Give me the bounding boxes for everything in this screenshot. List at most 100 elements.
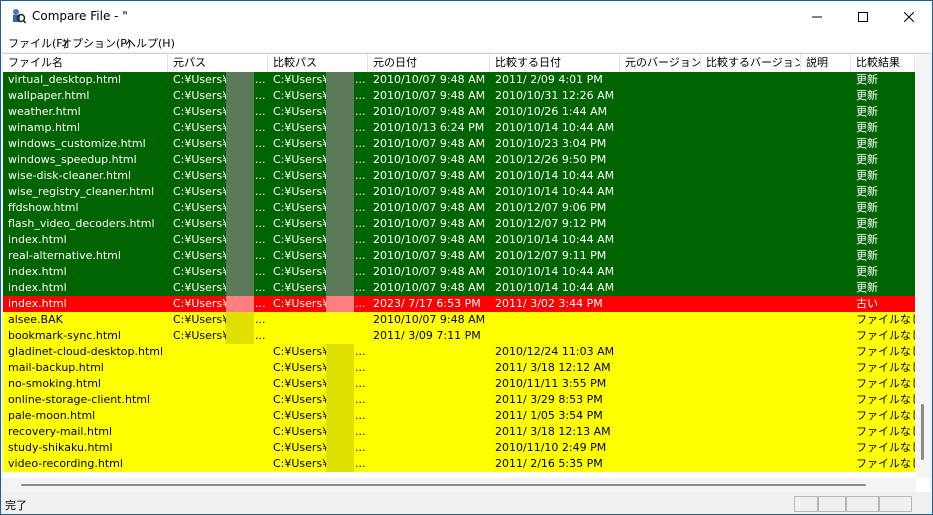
cell-description — [801, 264, 851, 280]
cell-compare-path: C:¥Users¥... — [273, 72, 366, 88]
menu-file[interactable]: ファイル(F) — [8, 35, 67, 51]
redacted-path-mask — [326, 344, 354, 360]
redacted-path-mask — [326, 360, 354, 376]
cell-source-date: 2011/ 3/09 7:11 PM — [373, 329, 481, 342]
column-header-compare-path[interactable]: 比較パス — [268, 54, 368, 72]
title-bar[interactable]: Compare File - " — [1, 1, 932, 32]
table-row[interactable]: weather.html C:¥Users¥... C:¥Users¥... 2010… — [3, 104, 915, 120]
cell-filename: no-smoking.html — [8, 377, 101, 390]
list-header: ファイル名 元パス 比較パス 元の日付 比較する日付 元のバージョン 比較するバ… — [3, 54, 915, 73]
table-row[interactable]: pale-moon.html C:¥Users¥... 2011/ 1/05 3:5… — [3, 408, 915, 424]
table-row[interactable]: gladinet-cloud-desktop.html C:¥Users¥... 2… — [3, 344, 915, 360]
cell-compare-path: C:¥Users¥... — [273, 424, 366, 440]
table-row[interactable]: virtual_desktop.html C:¥Users¥... C:¥Users… — [3, 72, 915, 88]
cell-description — [801, 184, 851, 200]
cell-filename: windows_speedup.html — [8, 153, 137, 166]
path-truncation: ... — [255, 185, 266, 198]
table-row[interactable]: study-shikaku.html C:¥Users¥... 2010/11/10… — [3, 440, 915, 456]
horizontal-scroll-thumb[interactable] — [21, 484, 866, 486]
column-header-compare-version[interactable]: 比較するバージョン — [701, 54, 801, 72]
table-row[interactable]: real-alternative.html C:¥Users¥... C:¥User… — [3, 248, 915, 264]
cell-compare-version — [701, 248, 801, 264]
cell-filename: alsee.BAK — [8, 313, 63, 326]
cell-source-date: 2010/10/07 9:48 AM — [373, 313, 486, 326]
cell-source-version — [620, 264, 701, 280]
table-row[interactable]: online-storage-client.html C:¥Users¥... 20… — [3, 392, 915, 408]
redacted-path-mask — [226, 120, 254, 136]
redacted-path-mask — [326, 392, 354, 408]
table-row[interactable]: mail-backup.html C:¥Users¥... 2011/ 3/18 1… — [3, 360, 915, 376]
file-compare-list[interactable]: ファイル名 元パス 比較パス 元の日付 比較する日付 元のバージョン 比較するバ… — [3, 53, 930, 492]
column-header-result[interactable]: 比較結果 — [851, 54, 915, 72]
cell-source-version — [620, 136, 701, 152]
table-row[interactable]: recovery-mail.html C:¥Users¥... 2011/ 3/18… — [3, 424, 915, 440]
cell-filename: study-shikaku.html — [8, 441, 113, 454]
cell-source-path: C:¥Users¥... — [173, 72, 266, 88]
cell-filename: index.html — [8, 233, 67, 246]
vertical-scrollbar[interactable] — [916, 54, 930, 478]
column-header-filename[interactable]: ファイル名 — [3, 54, 168, 72]
cell-compare-date: 2010/10/31 12:26 AM — [495, 89, 615, 102]
redacted-path-mask — [326, 120, 354, 136]
status-bar: 完了 — [1, 493, 932, 514]
minimize-button[interactable] — [794, 1, 840, 32]
cell-source-date: 2010/10/07 9:48 AM — [373, 169, 486, 182]
cell-source-version — [620, 344, 701, 360]
column-header-source-date[interactable]: 元の日付 — [368, 54, 490, 72]
cell-description — [801, 120, 851, 136]
column-header-source-version[interactable]: 元のバージョン — [620, 54, 701, 72]
table-row[interactable]: ffdshow.html C:¥Users¥... C:¥Users¥... 2010… — [3, 200, 915, 216]
redacted-path-mask — [226, 104, 254, 120]
cell-source-path: C:¥Users¥... — [173, 280, 266, 296]
cell-result: 更新 — [856, 105, 878, 118]
cell-source-version — [620, 456, 701, 472]
table-row[interactable]: windows_speedup.html C:¥Users¥... C:¥Users… — [3, 152, 915, 168]
minimize-icon — [812, 16, 822, 17]
path-truncation: ... — [355, 105, 366, 118]
table-row[interactable]: wise-disk-cleaner.html C:¥Users¥... C:¥Use… — [3, 168, 915, 184]
vertical-scroll-thumb[interactable] — [921, 404, 924, 460]
cell-compare-date: 2010/10/14 10:44 AM — [495, 121, 615, 134]
redacted-path-mask — [226, 296, 254, 312]
horizontal-scrollbar[interactable] — [3, 478, 916, 492]
table-row[interactable]: index.html C:¥Users¥... C:¥Users¥... 2010/1… — [3, 280, 915, 296]
table-row[interactable]: bookmark-sync.html C:¥Users¥... 2011/ 3/09… — [3, 328, 915, 344]
close-button[interactable] — [886, 1, 932, 32]
compare-file-window: Compare File - " ファイル(F) オプション(P) ヘルプ(H)… — [0, 0, 933, 515]
path-truncation: ... — [355, 457, 366, 470]
column-header-source-path[interactable]: 元パス — [168, 54, 268, 72]
cell-compare-version — [701, 440, 801, 456]
cell-description — [801, 456, 851, 472]
cell-source-version — [620, 104, 701, 120]
cell-source-path — [168, 456, 268, 472]
table-row[interactable]: index.html C:¥Users¥... C:¥Users¥... 2010/1… — [3, 232, 915, 248]
redacted-path-mask — [226, 328, 254, 344]
table-row[interactable]: index.html C:¥Users¥... C:¥Users¥... 2010/1… — [3, 264, 915, 280]
maximize-button[interactable] — [840, 1, 886, 32]
table-row[interactable]: wise_registry_cleaner.html C:¥Users¥... C:… — [3, 184, 915, 200]
cell-compare-version — [701, 72, 801, 88]
menu-help[interactable]: ヘルプ(H) — [125, 35, 175, 51]
cell-result: 更新 — [856, 265, 878, 278]
cell-source-date — [368, 456, 490, 472]
table-row[interactable]: flash_video_decoders.html C:¥Users¥... C:¥… — [3, 216, 915, 232]
table-row[interactable]: video-recording.html C:¥Users¥... 2011/ 2/… — [3, 456, 915, 472]
cell-source-date: 2010/10/07 9:48 AM — [373, 281, 486, 294]
cell-description — [801, 216, 851, 232]
cell-compare-path: C:¥Users¥... — [273, 408, 366, 424]
table-row[interactable]: windows_customize.html C:¥Users¥... C:¥Use… — [3, 136, 915, 152]
table-row[interactable]: no-smoking.html C:¥Users¥... 2010/11/11 3:… — [3, 376, 915, 392]
menu-options[interactable]: オプション(P) — [61, 35, 131, 51]
cell-source-path: C:¥Users¥... — [173, 104, 266, 120]
table-row[interactable]: wallpaper.html C:¥Users¥... C:¥Users¥... 20… — [3, 88, 915, 104]
redacted-path-mask — [326, 168, 354, 184]
cell-result: 更新 — [856, 169, 878, 182]
table-row[interactable]: alsee.BAK C:¥Users¥... 2010/10/07 9:48 AM フ… — [3, 312, 915, 328]
table-row[interactable]: winamp.html C:¥Users¥... C:¥Users¥... 2010/… — [3, 120, 915, 136]
path-truncation: ... — [355, 121, 366, 134]
column-header-compare-date[interactable]: 比較する日付 — [490, 54, 620, 72]
table-row[interactable]: index.html C:¥Users¥... C:¥Users¥... 2023/ … — [3, 296, 915, 312]
column-header-description[interactable]: 説明 — [801, 54, 851, 72]
cell-result: ファイルなし — [856, 425, 915, 438]
cell-source-path — [168, 408, 268, 424]
